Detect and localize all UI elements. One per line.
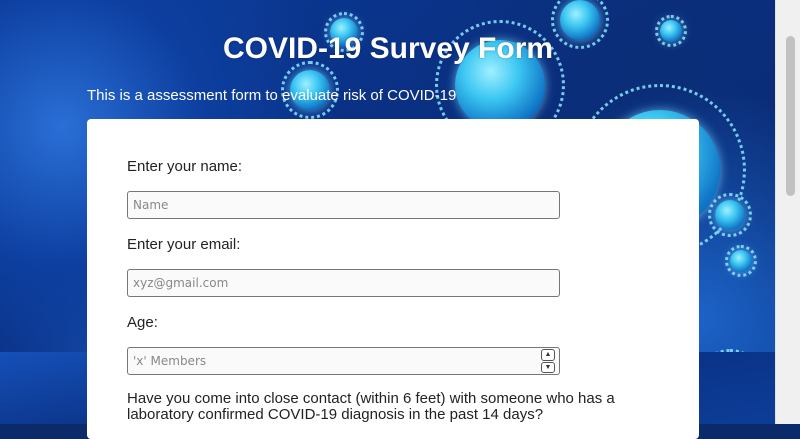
page-description: This is a assessment form to evaluate ri… [87, 87, 457, 104]
survey-form: Enter your name: Enter your email: Age: … [87, 119, 699, 439]
name-label: Enter your name: [127, 158, 243, 175]
age-label: Age: [127, 314, 158, 331]
name-input[interactable] [127, 191, 560, 219]
page-scrollbar[interactable] [775, 0, 800, 424]
close-contact-question: Have you come into close contact (within… [127, 390, 615, 423]
age-input[interactable] [127, 347, 560, 375]
scrollbar-thumb[interactable] [786, 36, 795, 196]
virus-illustration [708, 193, 752, 237]
age-stepper[interactable]: ▲ ▼ [541, 349, 555, 373]
virus-illustration [725, 245, 757, 277]
email-input[interactable] [127, 269, 560, 297]
chevron-down-icon[interactable]: ▼ [541, 361, 555, 373]
email-label: Enter your email: [127, 236, 241, 253]
chevron-up-icon[interactable]: ▲ [541, 349, 555, 361]
page-title: COVID-19 Survey Form [222, 32, 554, 65]
